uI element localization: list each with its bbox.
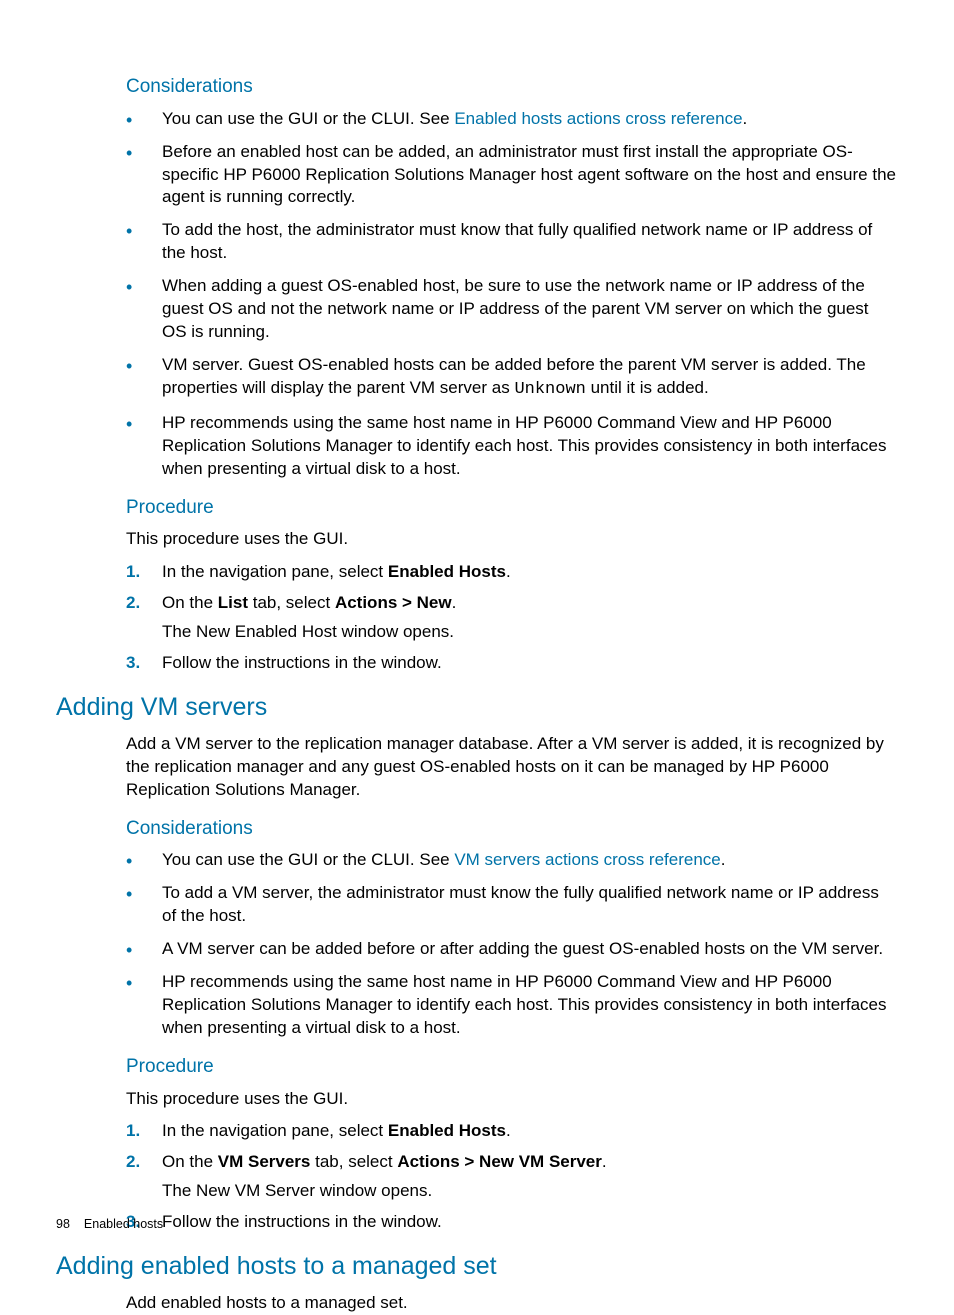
list-item: You can use the GUI or the CLUI. See Ena…: [126, 108, 896, 131]
list-item: HP recommends using the same host name i…: [126, 971, 896, 1040]
text: In the navigation pane, select: [162, 1121, 388, 1140]
footer-title: Enabled hosts: [84, 1217, 163, 1231]
text: In the navigation pane, select: [162, 562, 388, 581]
enabled-hosts-cross-ref-link[interactable]: Enabled hosts actions cross reference: [454, 109, 742, 128]
code-text: Unknown: [514, 380, 585, 399]
procedure-intro: This procedure uses the GUI.: [126, 528, 896, 551]
procedure-steps: In the navigation pane, select Enabled H…: [126, 561, 896, 675]
text: .: [602, 1152, 607, 1171]
section-heading-vm-servers: Adding VM servers: [56, 691, 896, 725]
text: .: [506, 562, 511, 581]
bold-text: Actions > New: [335, 593, 452, 612]
vm-servers-cross-ref-link[interactable]: VM servers actions cross reference: [454, 850, 720, 869]
page-footer: 98 Enabled hosts: [56, 1216, 163, 1233]
bold-text: Actions > New VM Server: [397, 1152, 602, 1171]
step: Follow the instructions in the window.: [126, 652, 896, 675]
list-item: You can use the GUI or the CLUI. See VM …: [126, 849, 896, 872]
text: On the: [162, 593, 218, 612]
list-item: Before an enabled host can be added, an …: [126, 141, 896, 210]
text: .: [506, 1121, 511, 1140]
bold-text: Enabled Hosts: [388, 1121, 506, 1140]
step-note: The New Enabled Host window opens.: [162, 621, 896, 644]
text: You can use the GUI or the CLUI. See: [162, 850, 454, 869]
text: .: [743, 109, 748, 128]
step: On the VM Servers tab, select Actions > …: [126, 1151, 896, 1203]
list-item: VM server. Guest OS-enabled hosts can be…: [126, 354, 896, 402]
procedure-steps: In the navigation pane, select Enabled H…: [126, 1120, 896, 1234]
considerations-list: You can use the GUI or the CLUI. See VM …: [126, 849, 896, 1040]
bold-text: Enabled Hosts: [388, 562, 506, 581]
considerations-list: You can use the GUI or the CLUI. See Ena…: [126, 108, 896, 481]
step: In the navigation pane, select Enabled H…: [126, 1120, 896, 1143]
section-heading-managed-set: Adding enabled hosts to a managed set: [56, 1250, 896, 1284]
section-intro: Add enabled hosts to a managed set.: [126, 1292, 896, 1315]
text: You can use the GUI or the CLUI. See: [162, 109, 454, 128]
list-item: To add a VM server, the administrator mu…: [126, 882, 896, 928]
text: tab, select: [248, 593, 335, 612]
text: .: [452, 593, 457, 612]
step-note: The New VM Server window opens.: [162, 1180, 896, 1203]
text: tab, select: [310, 1152, 397, 1171]
considerations-heading: Considerations: [126, 816, 896, 842]
page-number: 98: [56, 1217, 70, 1231]
procedure-heading: Procedure: [126, 1054, 896, 1080]
procedure-intro: This procedure uses the GUI.: [126, 1088, 896, 1111]
considerations-heading: Considerations: [126, 74, 896, 100]
list-item: To add the host, the administrator must …: [126, 219, 896, 265]
list-item: A VM server can be added before or after…: [126, 938, 896, 961]
text: until it is added.: [586, 378, 709, 397]
section-intro: Add a VM server to the replication manag…: [126, 733, 896, 802]
step: Follow the instructions in the window.: [126, 1211, 896, 1234]
bold-text: VM Servers: [218, 1152, 311, 1171]
list-item: HP recommends using the same host name i…: [126, 412, 896, 481]
list-item: When adding a guest OS-enabled host, be …: [126, 275, 896, 344]
step: On the List tab, select Actions > New. T…: [126, 592, 896, 644]
bold-text: List: [218, 593, 248, 612]
text: On the: [162, 1152, 218, 1171]
text: .: [721, 850, 726, 869]
procedure-heading: Procedure: [126, 495, 896, 521]
step: In the navigation pane, select Enabled H…: [126, 561, 896, 584]
